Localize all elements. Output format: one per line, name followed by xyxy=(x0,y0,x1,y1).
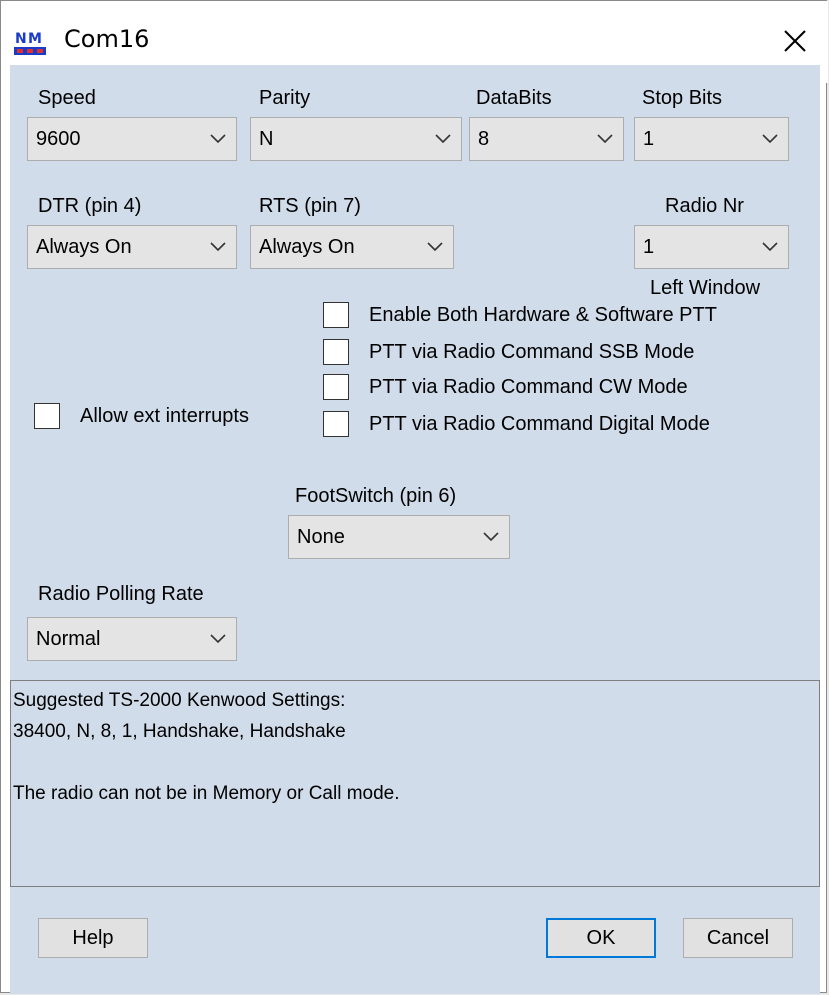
ptt-cw-checkbox[interactable] xyxy=(323,374,349,400)
info-line xyxy=(13,747,817,778)
stopbits-label: Stop Bits xyxy=(642,87,723,109)
radio-nr-value: 1 xyxy=(643,236,655,258)
ptt-both-label: Enable Both Hardware & Software PTT xyxy=(369,304,717,326)
info-line: The radio can not be in Memory or Call m… xyxy=(13,783,400,804)
speed-label: Speed xyxy=(38,87,96,109)
chevron-down-icon xyxy=(210,134,226,144)
chevron-down-icon xyxy=(483,532,499,542)
suggested-settings-textbox[interactable]: Suggested TS-2000 Kenwood Settings: 3840… xyxy=(10,680,820,887)
dtr-select[interactable]: Always On xyxy=(27,225,237,269)
ptt-ssb-option[interactable]: PTT via Radio Command SSB Mode xyxy=(323,339,813,369)
ptt-digital-option[interactable]: PTT via Radio Command Digital Mode xyxy=(323,411,813,441)
chevron-down-icon xyxy=(597,134,613,144)
ptt-cw-option[interactable]: PTT via Radio Command CW Mode xyxy=(323,374,813,404)
databits-select[interactable]: 8 xyxy=(469,117,624,161)
dialog-client-area: Speed Parity DataBits Stop Bits 9600 N 8… xyxy=(10,65,820,994)
ptt-ssb-label: PTT via Radio Command SSB Mode xyxy=(369,341,695,363)
ptt-ssb-checkbox[interactable] xyxy=(323,339,349,365)
window-title: Com16 xyxy=(64,25,150,53)
radio-nr-note: Left Window xyxy=(650,277,761,299)
close-icon[interactable] xyxy=(773,19,817,63)
parity-value: N xyxy=(259,128,274,150)
ptt-digital-checkbox[interactable] xyxy=(323,411,349,437)
databits-label: DataBits xyxy=(476,87,552,109)
chevron-down-icon xyxy=(210,242,226,252)
chevron-down-icon xyxy=(762,242,778,252)
rts-label: RTS (pin 7) xyxy=(259,195,361,217)
ptt-digital-label: PTT via Radio Command Digital Mode xyxy=(369,413,710,435)
info-line: Suggested TS-2000 Kenwood Settings: xyxy=(13,690,346,711)
dtr-label: DTR (pin 4) xyxy=(38,195,142,217)
chevron-down-icon xyxy=(427,242,443,252)
footswitch-value: None xyxy=(297,526,345,548)
svg-text:M: M xyxy=(28,31,42,47)
parity-select[interactable]: N xyxy=(250,117,462,161)
stopbits-select[interactable]: 1 xyxy=(634,117,789,161)
ptt-both-option[interactable]: Enable Both Hardware & Software PTT xyxy=(323,302,813,332)
dtr-value: Always On xyxy=(36,236,132,258)
com-settings-dialog: N M Com16 Speed Parity DataBits Stop Bit… xyxy=(0,0,828,994)
chevron-down-icon xyxy=(210,634,226,644)
parity-label: Parity xyxy=(259,87,311,109)
databits-value: 8 xyxy=(478,128,490,150)
polling-rate-value: Normal xyxy=(36,628,101,650)
svg-text:N: N xyxy=(15,31,27,47)
chevron-down-icon xyxy=(435,134,451,144)
help-button[interactable]: Help xyxy=(38,918,148,958)
cancel-button[interactable]: Cancel xyxy=(683,918,793,958)
allow-ext-interrupts-checkbox[interactable] xyxy=(34,403,60,429)
allow-ext-interrupts-label: Allow ext interrupts xyxy=(80,405,249,427)
chevron-down-icon xyxy=(762,134,778,144)
footswitch-label: FootSwitch (pin 6) xyxy=(295,485,457,507)
radio-nr-select[interactable]: 1 xyxy=(634,225,789,269)
allow-ext-interrupts-option[interactable]: Allow ext interrupts xyxy=(34,403,324,433)
nm-logo-icon: N M xyxy=(14,29,46,57)
stopbits-value: 1 xyxy=(643,128,655,150)
polling-rate-select[interactable]: Normal xyxy=(27,617,237,661)
rts-value: Always On xyxy=(259,236,355,258)
polling-rate-label: Radio Polling Rate xyxy=(38,583,204,605)
ok-button[interactable]: OK xyxy=(546,918,656,958)
ptt-cw-label: PTT via Radio Command CW Mode xyxy=(369,376,688,398)
speed-select[interactable]: 9600 xyxy=(27,117,237,161)
radio-nr-label: Radio Nr xyxy=(665,195,744,217)
info-line: 38400, N, 8, 1, Handshake, Handshake xyxy=(13,721,346,742)
speed-value: 9600 xyxy=(36,128,81,150)
ptt-both-checkbox[interactable] xyxy=(323,302,349,328)
footswitch-select[interactable]: None xyxy=(288,515,510,559)
rts-select[interactable]: Always On xyxy=(250,225,454,269)
